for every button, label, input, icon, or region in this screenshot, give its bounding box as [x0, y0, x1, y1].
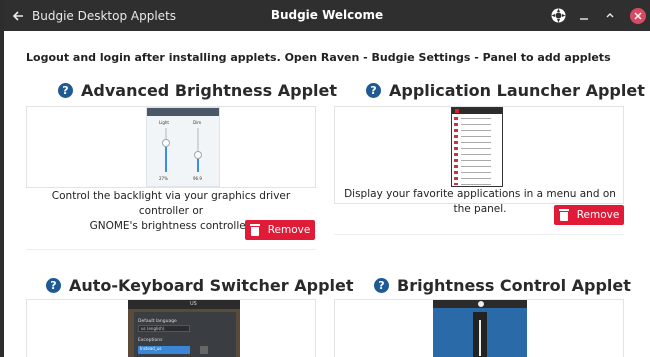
budgie-logo-button[interactable]	[548, 6, 568, 26]
window-controls	[548, 0, 646, 31]
titlebar: Budgie Desktop Applets Budgie Welcome	[4, 0, 650, 31]
help-icon[interactable]: ?	[46, 278, 61, 293]
maximize-button[interactable]	[600, 6, 620, 26]
applet-title-brightness-control: ? Brightness Control Applet	[374, 276, 631, 295]
help-icon[interactable]: ?	[58, 83, 73, 98]
applet-title-auto-keyboard-switcher: ? Auto-Keyboard Switcher Applet	[46, 276, 354, 295]
trash-icon	[249, 224, 260, 236]
applets-page: Logout and login after installing applet…	[4, 31, 650, 357]
applet-card-advanced-brightness: Light Dim 27% 96.9	[26, 106, 316, 188]
applet-title-application-launcher: ? Application Launcher Applet	[366, 81, 645, 100]
brightness-control-screenshot	[433, 300, 527, 357]
divider	[334, 234, 624, 235]
help-icon[interactable]: ?	[366, 83, 381, 98]
budgie-logo-icon	[551, 8, 565, 23]
back-button[interactable]	[4, 0, 32, 31]
applet-card-application-launcher: Display your favorite applications in a …	[334, 106, 624, 215]
advanced-brightness-screenshot: Light Dim 27% 96.9	[146, 107, 220, 187]
maximize-icon	[606, 12, 614, 17]
applet-title-advanced-brightness: ? Advanced Brightness Applet	[58, 81, 337, 100]
application-launcher-screenshot	[451, 107, 503, 187]
applet-card-brightness-control	[334, 299, 624, 357]
minimize-icon	[580, 17, 588, 20]
section-label: Budgie Desktop Applets	[32, 8, 177, 23]
close-button[interactable]	[630, 7, 646, 24]
close-icon	[634, 12, 642, 19]
auto-keyboard-switcher-screenshot: US Default language us (english) Excepti…	[128, 300, 240, 357]
minimize-button[interactable]	[574, 6, 594, 26]
trash-icon	[558, 209, 569, 221]
applet-card-auto-keyboard-switcher: US Default language us (english) Excepti…	[26, 299, 316, 357]
divider	[26, 249, 316, 250]
remove-button-advanced-brightness[interactable]: Remove	[245, 220, 315, 240]
back-arrow-icon	[12, 10, 23, 21]
install-notice: Logout and login after installing applet…	[26, 51, 611, 64]
remove-button-application-launcher[interactable]: Remove	[554, 205, 624, 225]
help-icon[interactable]: ?	[374, 278, 389, 293]
